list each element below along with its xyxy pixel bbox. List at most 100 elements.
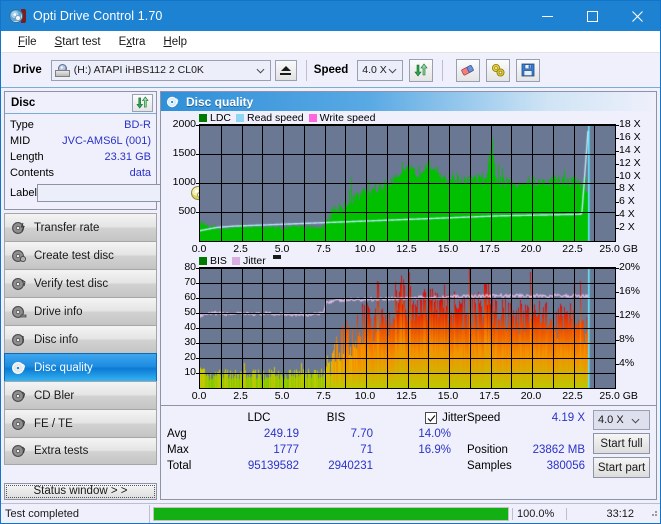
chart-ldc-plot: 2000 1500 1000 500 18 X 16 X 14 X 12 X 10 X8 X6 …	[173, 119, 641, 242]
disc-refresh-button[interactable]	[132, 93, 153, 112]
eject-button[interactable]	[274, 59, 297, 81]
axis-tick-label: 30	[184, 336, 196, 348]
axis-tick-label: 8 X	[619, 182, 635, 194]
disc-row-length-value: 23.31 GB	[104, 151, 151, 163]
test-speed-select[interactable]: 4.0 X	[593, 410, 650, 430]
disc-row-type: Type BD-R	[10, 117, 151, 133]
tools-button[interactable]	[486, 58, 511, 82]
resize-grip-icon[interactable]	[648, 507, 660, 520]
position-label: Position	[467, 444, 508, 456]
axis-tick-label: 7.5	[316, 390, 331, 402]
jitter-checkbox[interactable]	[425, 412, 438, 424]
sidebar-item-label: Disc quality	[34, 361, 93, 374]
drive-select-value: (H:) ATAPI iHBS112 2 CL0K	[73, 64, 204, 76]
sidebar-item-verify-test-disc[interactable]: Verify test disc	[4, 269, 157, 297]
legend-label-read-speed: Read speed	[247, 112, 304, 124]
axis-tick-label: 7.5	[316, 243, 331, 255]
axis-tick-label: 5.0	[274, 243, 290, 255]
stats-avg-ldc: 249.19	[263, 428, 299, 440]
legend-write-speed: Write speed	[308, 112, 376, 124]
save-button[interactable]	[516, 58, 541, 82]
speed-label: Speed	[313, 64, 349, 76]
axis-tick-label: 18 X	[619, 118, 641, 130]
menu-bar: File Start test Extra Help	[1, 31, 660, 53]
axis-tick-label: 80	[184, 261, 196, 273]
chevron-down-icon	[256, 68, 265, 73]
sidebar-item-transfer-rate[interactable]: Transfer rate	[4, 213, 157, 241]
tools-icon	[491, 64, 505, 77]
start-full-button[interactable]: Start full	[593, 433, 650, 454]
stats-col-bis: BIS	[326, 412, 346, 424]
sidebar-item-disc-info[interactable]: Disc info	[4, 325, 157, 353]
sidebar-item-label: Create test disc	[34, 249, 114, 262]
close-icon[interactable]	[615, 1, 660, 31]
jitter-block: Jitter 14.0% 16.9%	[375, 410, 467, 497]
progress-bar	[153, 506, 509, 521]
legend-jitter: Jitter	[231, 255, 266, 267]
chart-ldc-wrap: LDC Read speed Write speed 2000 1500 1000 5…	[161, 111, 656, 255]
status-window-button[interactable]: Status window > >	[4, 482, 157, 500]
content-header: Disc quality	[161, 92, 656, 111]
menu-help-label: elp	[171, 35, 188, 48]
stats-row-label: Total	[167, 460, 192, 472]
start-part-button[interactable]: Start part	[593, 457, 650, 478]
drive-label: Drive	[13, 64, 42, 76]
axis-tick-label: 10	[184, 366, 196, 378]
menu-help[interactable]: Help	[154, 34, 196, 50]
sidebar-item-disc-quality[interactable]: Disc quality	[4, 353, 157, 381]
axis-tick-label: 5.0	[274, 390, 290, 402]
disc-drive-icon	[11, 304, 27, 320]
stats-row-label: Max	[167, 444, 189, 456]
chevron-down-icon	[631, 418, 640, 423]
app-window: Opti Drive Control 1.70 File Start test …	[0, 0, 661, 524]
disc-row-length-key: Length	[10, 151, 44, 163]
axis-tick-label: 22.5	[562, 243, 583, 255]
axis-tick-label: 20.0	[520, 243, 542, 255]
drive-toolbar: Drive (H:) ATAPI iHBS112 2 CL0K Speed 4.…	[1, 53, 660, 88]
disc-create-icon	[11, 248, 27, 264]
stats-col-ldc: LDC	[247, 412, 271, 424]
disc-label-key: Label	[10, 187, 37, 199]
menu-file-label: ile	[25, 35, 37, 48]
sidebar-item-label: FE / TE	[34, 417, 73, 430]
sidebar-item-extra-tests[interactable]: Extra tests	[4, 437, 157, 465]
status-text: Test completed	[5, 507, 79, 520]
disc-info-icon	[11, 332, 27, 348]
menu-start-test[interactable]: Start test	[46, 34, 110, 50]
toolbar-separator-2	[442, 59, 444, 81]
stats-table: LDC BIS Avg 249.19 7.70 Max 1777 71 Tota…	[167, 410, 375, 497]
minimize-icon[interactable]	[525, 1, 570, 31]
sidebar-item-cd-bler[interactable]: CD Bler	[4, 381, 157, 409]
sidebar-item-create-test-disc[interactable]: Create test disc	[4, 241, 157, 269]
disc-row-contents: Contents data	[10, 165, 151, 181]
legend-label-ldc: LDC	[210, 112, 232, 124]
menu-extra[interactable]: Extra	[110, 34, 155, 50]
sidebar-item-drive-info[interactable]: Drive info	[4, 297, 157, 325]
axis-tick-label: 40	[184, 321, 196, 333]
disc-panel: Disc Type BD-R MID JVC-AMS6L (001) Lengt…	[4, 91, 206, 210]
speed-select[interactable]: 4.0 X	[357, 59, 404, 81]
axis-tick-label: 25.0 GB	[599, 390, 638, 402]
scroll-marker-icon	[272, 255, 281, 259]
axis-tick-label: 17.5	[479, 390, 500, 402]
drive-select[interactable]: (H:) ATAPI iHBS112 2 CL0K	[50, 59, 271, 81]
axis-tick-label: 0.0	[191, 243, 207, 255]
eject-icon	[280, 65, 292, 75]
refresh-button[interactable]	[409, 58, 434, 82]
axis-tick-label: 20%	[619, 261, 641, 273]
sidebar-item-fe-te[interactable]: FE / TE	[4, 409, 157, 437]
samples-label: Samples	[467, 460, 512, 472]
erase-button[interactable]	[456, 58, 481, 82]
stats-panel: LDC BIS Avg 249.19 7.70 Max 1777 71 Tota…	[161, 405, 656, 499]
axis-tick-label: 4%	[619, 357, 635, 369]
table-row: Max 1777 71	[167, 442, 375, 458]
jitter-header: Jitter	[375, 410, 467, 426]
menu-file[interactable]: File	[9, 34, 46, 50]
table-row: Avg 249.19 7.70	[167, 426, 375, 442]
legend-read-speed: Read speed	[236, 112, 304, 124]
elapsed-time: 33:12	[566, 507, 648, 520]
disc-row-mid-value: JVC-AMS6L (001)	[62, 135, 151, 147]
speed-result-label: Speed	[467, 412, 501, 424]
maximize-icon[interactable]	[570, 1, 615, 31]
legend-swatch-write-speed	[308, 114, 317, 122]
